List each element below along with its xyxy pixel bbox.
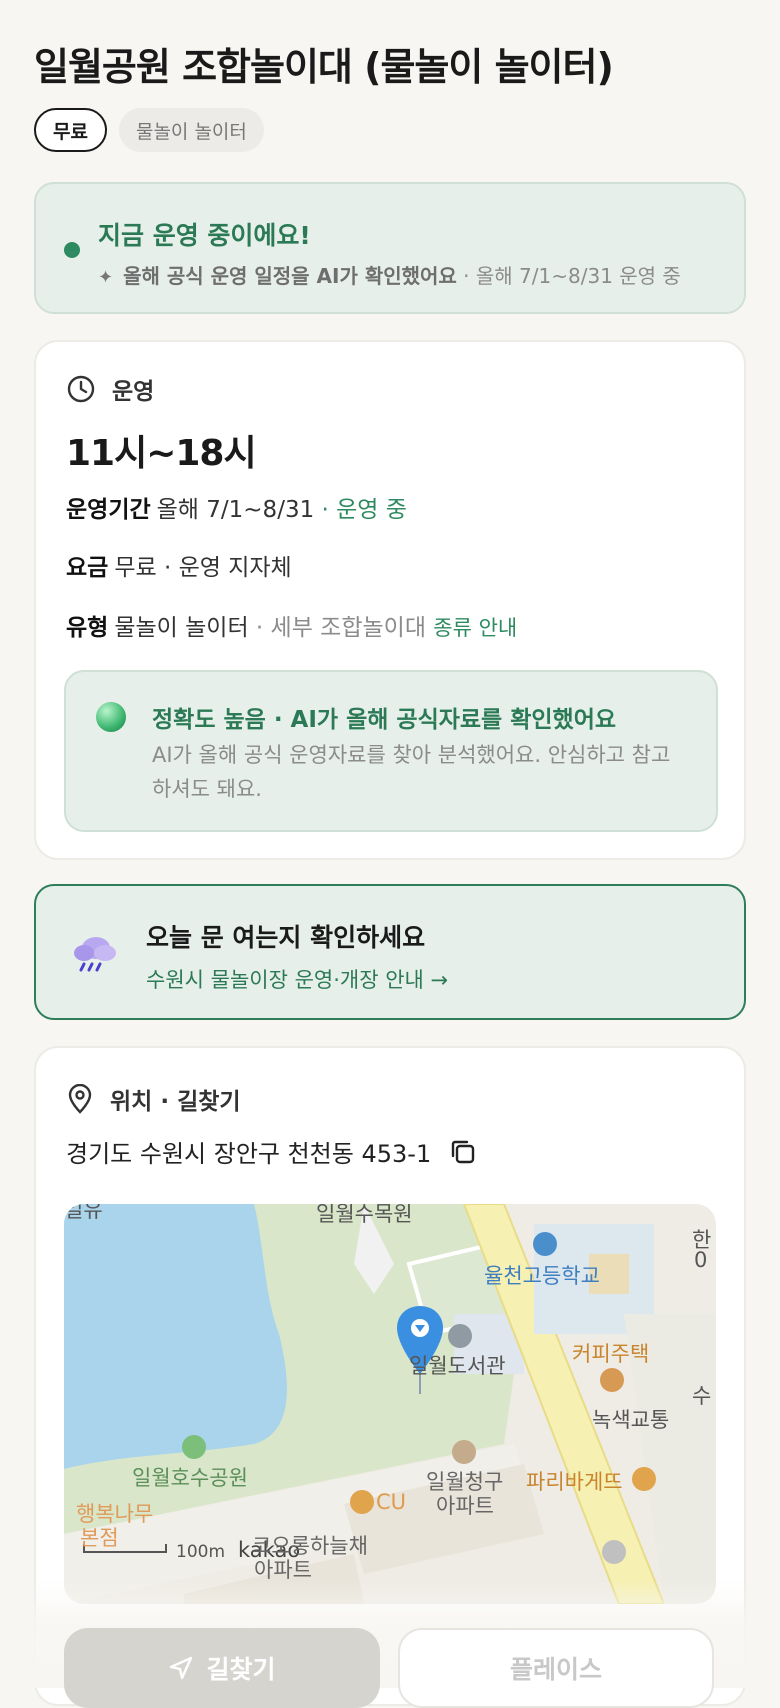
location-heading: 위치 · 길찾기 bbox=[110, 1089, 241, 1115]
navigation-arrow-icon bbox=[170, 1656, 193, 1680]
map-view[interactable]: 일유 일월수목원 율천고등학교 한 0 일월도서관 커피주택 수 녹색교통 일월… bbox=[64, 1204, 716, 1604]
accuracy-title: 정확도 높음 · AI가 올해 공식자료를 확인했어요 bbox=[152, 707, 617, 733]
place-label: 플레이스 bbox=[509, 1655, 602, 1684]
operation-heading: 운영 bbox=[112, 379, 155, 405]
period-label: 운영기간 bbox=[66, 497, 151, 523]
map-label-right2: 녹색교통 bbox=[592, 1408, 670, 1432]
open-check-banner[interactable]: 오늘 문 여는지 확인하세요 수원시 물놀이장 운영·개장 안내 → bbox=[34, 884, 746, 1020]
status-subtitle: ✦ 올해 공식 운영 일정을 AI가 확인했어요 · 올해 7/1~8/31 운영… bbox=[98, 260, 681, 289]
sparkle-icon: ✦ bbox=[98, 267, 114, 288]
fee-label: 요금 bbox=[66, 555, 109, 581]
period-value: 올해 7/1~8/31 bbox=[156, 497, 315, 523]
ai-orb-icon bbox=[96, 702, 126, 732]
directions-label: 길찾기 bbox=[206, 1655, 276, 1684]
accuracy-description: AI가 올해 공식 운영자료를 찾아 분석했어요. 안심하고 참고하셔도 돼요. bbox=[152, 743, 671, 801]
map-label-library: 일월도서관 bbox=[409, 1354, 506, 1378]
open-check-title: 오늘 문 여는지 확인하세요 bbox=[146, 923, 426, 952]
status-sub-bold: 올해 공식 운영 일정을 AI가 확인했어요 bbox=[123, 264, 457, 288]
rain-cloud-icon bbox=[74, 937, 116, 972]
type-guide-link[interactable]: 종류 안내 bbox=[433, 616, 517, 640]
operating-hours: 11시~18시 bbox=[66, 433, 257, 474]
map-label-arboretum: 일월수목원 bbox=[316, 1204, 413, 1226]
map-scale: 100m bbox=[176, 1542, 226, 1562]
map-label-bakery: 파리바게뜨 bbox=[526, 1470, 623, 1494]
type-row: 유형 물놀이 놀이터 · 세부 조합놀이대 종류 안내 bbox=[66, 608, 517, 642]
address-row: 경기도 수원시 장안구 천천동 453-1 bbox=[66, 1134, 477, 1169]
operation-header: 운영 bbox=[66, 372, 154, 406]
map-label-tree2: 본점 bbox=[80, 1526, 119, 1550]
tag-chips: 무료 물놀이 놀이터 bbox=[34, 108, 264, 152]
clock-icon bbox=[67, 375, 95, 403]
operation-card: 운영 11시~18시 운영기간 올해 7/1~8/31 · 운영 중 요금 무료 ·… bbox=[34, 340, 746, 860]
chip-free[interactable]: 무료 bbox=[34, 108, 107, 152]
map-label-right1: 수 bbox=[692, 1384, 712, 1408]
type-detail: · 세부 조합놀이대 bbox=[248, 615, 426, 641]
map-label-cu: CU bbox=[376, 1490, 407, 1514]
address-text: 경기도 수원시 장안구 천천동 453-1 bbox=[66, 1140, 432, 1168]
fee-row: 요금 무료 · 운영 지자체 bbox=[66, 548, 292, 582]
period-row: 운영기간 올해 7/1~8/31 · 운영 중 bbox=[66, 490, 407, 524]
status-sub-rest: · 올해 7/1~8/31 운영 중 bbox=[456, 264, 681, 288]
page-title: 일월공원 조합놀이대 (물놀이 놀이터) bbox=[34, 45, 614, 89]
period-status: · 운영 중 bbox=[314, 497, 407, 523]
chip-type[interactable]: 물놀이 놀이터 bbox=[118, 108, 264, 152]
status-banner: 지금 운영 중이에요! ✦ 올해 공식 운영 일정을 AI가 확인했어요 · 올해… bbox=[34, 182, 746, 314]
place-button[interactable]: 플레이스 bbox=[398, 1628, 714, 1708]
map-label-park: 일월호수공원 bbox=[132, 1466, 248, 1490]
map-label-cafe: 커피주택 bbox=[572, 1342, 650, 1366]
accuracy-box: 정확도 높음 · AI가 올해 공식자료를 확인했어요 AI가 올해 공식 운영… bbox=[64, 670, 718, 832]
map-label-top-left: 일유 bbox=[64, 1204, 103, 1222]
fee-value: 무료 · 운영 지자체 bbox=[114, 555, 292, 581]
map-label-apt1b: 아파트 bbox=[436, 1494, 494, 1518]
location-header: 위치 · 길찾기 bbox=[66, 1082, 241, 1116]
type-label: 유형 bbox=[66, 615, 109, 641]
type-value: 물놀이 놀이터 bbox=[114, 615, 249, 641]
map-label-school-right2: 0 bbox=[694, 1248, 708, 1272]
status-title: 지금 운영 중이에요! bbox=[98, 221, 311, 250]
open-check-link[interactable]: 수원시 물놀이장 운영·개장 안내 → bbox=[146, 964, 448, 994]
directions-button[interactable]: 길찾기 bbox=[64, 1628, 380, 1708]
status-dot-icon bbox=[64, 242, 80, 258]
map-label-school: 율천고등학교 bbox=[484, 1264, 600, 1288]
copy-icon[interactable] bbox=[449, 1138, 477, 1166]
location-pin-icon bbox=[68, 1084, 92, 1114]
